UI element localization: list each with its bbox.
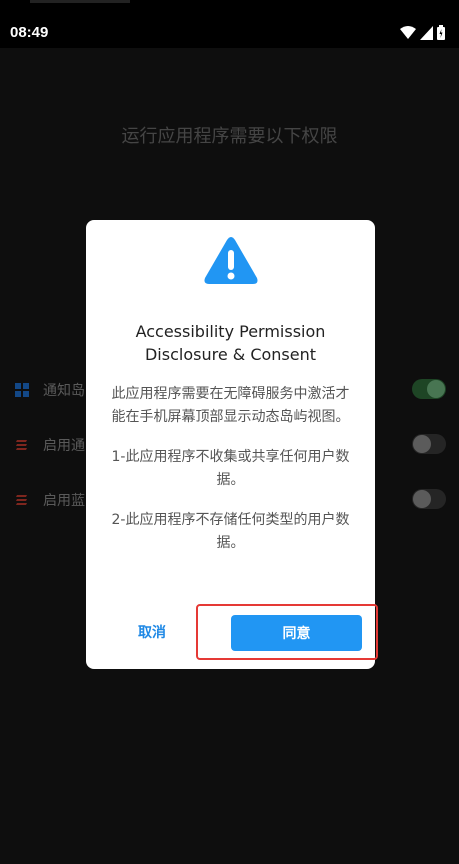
- signal-icon: [420, 25, 433, 40]
- warning-icon: [204, 237, 258, 284]
- dialog-body-paragraph: 此应用程序需要在无障碍服务中激活才能在手机屏幕顶部显示动态岛屿视图。: [111, 386, 350, 425]
- status-bar: 08:49: [0, 0, 459, 48]
- highlight-box: [196, 604, 378, 660]
- dialog-body-paragraph: 1-此应用程序不收集或共享任何用户数据。: [111, 449, 350, 488]
- dialog-title: Accessibility Permission Disclosure & Co…: [86, 320, 375, 366]
- camera-notch: [30, 0, 130, 3]
- wifi-icon: [400, 25, 416, 39]
- battery-icon: [437, 25, 445, 40]
- status-icons: [400, 25, 445, 40]
- dialog-title-line1: Accessibility Permission: [135, 322, 326, 341]
- consent-dialog: Accessibility Permission Disclosure & Co…: [86, 220, 375, 669]
- cancel-button[interactable]: 取消: [138, 622, 166, 642]
- dialog-body: 此应用程序需要在无障碍服务中激活才能在手机屏幕顶部显示动态岛屿视图。 1-此应用…: [106, 383, 355, 572]
- dialog-body-paragraph: 2-此应用程序不存储任何类型的用户数据。: [111, 512, 350, 551]
- status-time: 08:49: [10, 24, 49, 41]
- dialog-title-line2: Disclosure & Consent: [144, 345, 317, 364]
